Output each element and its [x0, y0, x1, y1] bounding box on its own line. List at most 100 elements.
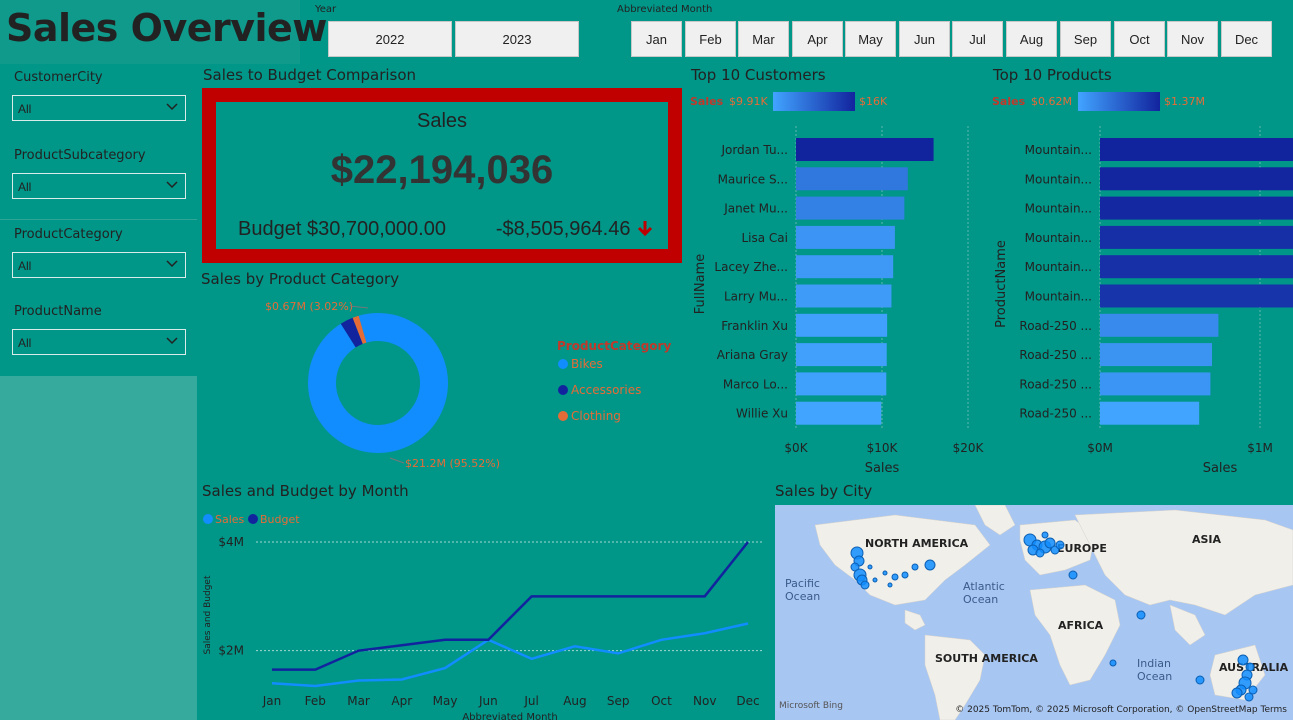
chevron-down-icon: [165, 333, 179, 352]
line-chart-title: Sales and Budget by Month: [202, 482, 409, 500]
bar: [1100, 138, 1293, 161]
gradient-legend-label: Sales: [690, 95, 724, 108]
x-tick-label: Jun: [478, 694, 498, 708]
top-products-title: Top 10 Products: [993, 66, 1112, 84]
map-ocean-label: Ocean: [963, 593, 998, 606]
year-tile-2022[interactable]: 2022: [328, 21, 452, 57]
month-slicer-caption: Abbreviated Month: [617, 4, 713, 15]
city-bubble: [1109, 659, 1117, 667]
customer-city-label: CustomerCity: [14, 70, 103, 85]
year-tile-2023[interactable]: 2023: [455, 21, 579, 57]
map-continent-label: SOUTH AMERICA: [935, 652, 1038, 665]
city-bubble: [924, 559, 936, 571]
x-tick-label: May: [433, 694, 458, 708]
map-continent-label: AFRICA: [1058, 619, 1104, 632]
bar-category-label: Mountain...: [1025, 143, 1092, 157]
bar: [1100, 284, 1293, 308]
page-title: Sales Overview: [6, 6, 327, 50]
donut-label-bikes: $21.2M (95.52%): [405, 457, 500, 470]
x-axis-title: Abbreviated Month: [462, 712, 557, 720]
bar: [1100, 255, 1293, 279]
bar: [1100, 401, 1200, 425]
legend-item-clothing: Clothing: [571, 409, 621, 423]
product-name-value: All: [18, 336, 32, 350]
x-tick-label: $10K: [867, 441, 899, 455]
month-tile-feb[interactable]: Feb: [685, 21, 736, 57]
legend-dot: [558, 411, 568, 421]
map-attribution[interactable]: © 2025 TomTom, © 2025 Microsoft Corporat…: [955, 705, 1287, 715]
month-tile-oct[interactable]: Oct: [1114, 21, 1165, 57]
month-tile-may[interactable]: May: [845, 21, 896, 57]
month-tile-jun[interactable]: Jun: [899, 21, 950, 57]
bar-category-label: Mountain...: [1025, 202, 1092, 216]
city-bubble: [872, 577, 878, 583]
month-tile-aug[interactable]: Aug: [1006, 21, 1057, 57]
month-tile-nov[interactable]: Nov: [1167, 21, 1218, 57]
kpi-section-title: Sales to Budget Comparison: [203, 66, 417, 84]
bar-category-label: Franklin Xu: [721, 319, 788, 333]
chevron-down-icon: [165, 256, 179, 275]
donut-chart: $0.67M (3.02%) $21.2M (95.52%) ProductCate…: [265, 300, 671, 470]
month-tile-sep[interactable]: Sep: [1060, 21, 1111, 57]
x-tick-label: Mar: [347, 694, 370, 708]
map-ocean-label: Indian: [1137, 657, 1171, 670]
bar: [1100, 343, 1212, 367]
customer-city-value: All: [18, 102, 32, 116]
legend-item-budget: Budget: [260, 513, 300, 526]
africa-shape: [1029, 584, 1121, 686]
x-tick-label: $0K: [784, 441, 808, 455]
x-tick-label: Sep: [607, 694, 630, 708]
divider: [0, 219, 197, 220]
bar: [796, 313, 888, 337]
map-continent-label: ASIA: [1192, 533, 1222, 546]
city-bubble: [887, 582, 893, 588]
bar: [796, 138, 934, 161]
bar-category-label: Lacey Zhe...: [714, 260, 788, 274]
legend-dot: [558, 359, 568, 369]
bar: [1100, 196, 1293, 220]
sales-by-city-map[interactable]: NORTH AMERICA EUROPE ASIA AFRICA SOUTH AMERI…: [775, 505, 1293, 720]
year-slicer-caption: Year: [315, 4, 337, 15]
month-tile-jan[interactable]: Jan: [631, 21, 682, 57]
filter-panel: CustomerCity All ProductSubcategory All …: [0, 64, 197, 376]
y-tick-label: $4M: [218, 535, 244, 549]
month-tile-apr[interactable]: Apr: [792, 21, 843, 57]
product-subcategory-dropdown[interactable]: All: [12, 173, 186, 199]
x-tick-label: Apr: [391, 694, 412, 708]
donut-legend-title: ProductCategory: [557, 339, 671, 353]
legend-item-accessories: Accessories: [571, 383, 641, 397]
customer-city-dropdown[interactable]: All: [12, 95, 186, 121]
india-shape: [1169, 604, 1206, 646]
top-products-chart: Sales $0.62M $1.37M Mountain... Mountain... M…: [992, 92, 1293, 476]
gradient-legend-min: $0.62M: [1031, 95, 1072, 108]
gradient-legend-max: $16K: [859, 95, 888, 108]
gradient-legend-max: $1.37M: [1164, 95, 1205, 108]
map-ocean-label: Ocean: [1137, 670, 1172, 683]
gradient-legend-bar: [773, 92, 855, 111]
product-name-dropdown[interactable]: All: [12, 329, 186, 355]
city-bubble: [1055, 540, 1065, 550]
legend-dot: [203, 514, 213, 524]
product-category-dropdown[interactable]: All: [12, 252, 186, 278]
kpi-card[interactable]: Sales $22,194,036 Budget $30,700,000.00 …: [202, 88, 682, 263]
map-continent-label: EUROPE: [1057, 542, 1107, 555]
bar: [796, 196, 905, 220]
month-tile-jul[interactable]: Jul: [952, 21, 1003, 57]
city-bubble: [1237, 654, 1249, 666]
bar-category-label: Larry Mu...: [724, 290, 788, 304]
sales-budget-line-chart: Sales Budget $2M $4M Jan Feb Mar Apr May Jun Jul Au…: [203, 513, 763, 720]
city-bubble: [860, 580, 870, 590]
city-bubble: [1136, 610, 1146, 620]
month-tile-dec[interactable]: Dec: [1221, 21, 1272, 57]
legend-dot: [558, 385, 568, 395]
bar: [796, 343, 887, 367]
map-title: Sales by City: [775, 482, 873, 500]
central-america-shape: [904, 609, 926, 631]
kpi-budget: Budget $30,700,000.00: [238, 218, 446, 240]
bar-category-label: Mountain...: [1025, 172, 1092, 186]
y-axis-title: ProductName: [994, 240, 1009, 328]
month-tile-mar[interactable]: Mar: [738, 21, 789, 57]
bar: [796, 167, 908, 191]
product-category-value: All: [18, 259, 32, 273]
y-axis-title: Sales and Budget: [203, 575, 213, 654]
